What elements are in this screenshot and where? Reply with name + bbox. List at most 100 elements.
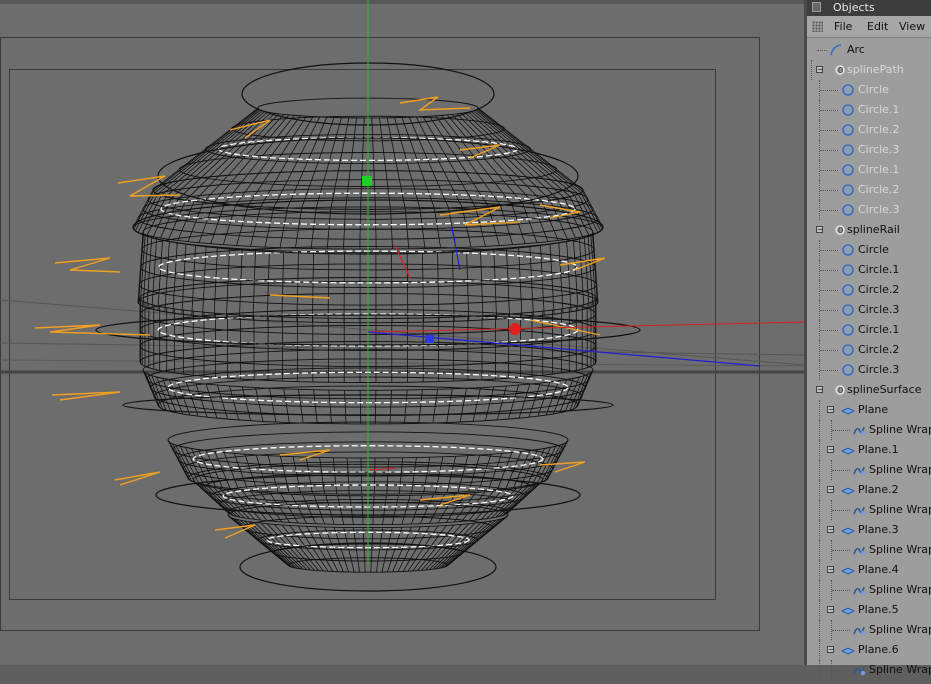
collapse-toggle-icon[interactable]: −	[827, 606, 834, 613]
tree-item-plane[interactable]: −Plane.4	[807, 560, 931, 580]
circle-spline-icon	[841, 283, 855, 297]
tree-connector	[819, 340, 820, 360]
tree-item-path-circle[interactable]: Circle.3	[807, 140, 931, 160]
collapse-toggle-icon[interactable]: −	[816, 386, 823, 393]
tree-connector	[831, 660, 832, 680]
tree-item-path-circle[interactable]: Circle.1	[807, 160, 931, 180]
menu-edit[interactable]: Edit	[867, 16, 888, 37]
panel-title: Objects	[833, 0, 875, 16]
tree-item-spline-wrap[interactable]: Spline Wrap	[807, 540, 931, 560]
tree-connector	[820, 170, 838, 171]
collapse-toggle-icon[interactable]: −	[827, 406, 834, 413]
menu-view[interactable]: View	[899, 16, 925, 37]
tree-item-rail-circle[interactable]: Circle.2	[807, 340, 931, 360]
tree-connector	[832, 430, 850, 431]
collapse-toggle-icon[interactable]: −	[827, 446, 834, 453]
panel-title-bar[interactable]: Objects	[807, 0, 931, 16]
tree-item-splinepath[interactable]: −0splinePath	[807, 60, 931, 80]
tree-item-rail-circle[interactable]: Circle	[807, 240, 931, 260]
tree-connector	[819, 140, 820, 160]
tree-item-spline-wrap-label: Spline Wrap	[869, 620, 931, 640]
tree-connector	[820, 330, 838, 331]
tree-item-rail-circle[interactable]: Circle.1	[807, 320, 931, 340]
tree-item-spline-wrap[interactable]: Spline Wrap	[807, 500, 931, 520]
tree-connector	[819, 120, 820, 140]
local-axis	[370, 468, 395, 470]
tree-item-splinesurface[interactable]: −0splineSurface	[807, 380, 931, 400]
circle-spline-icon	[841, 203, 855, 217]
collapse-toggle-icon[interactable]: −	[827, 486, 834, 493]
tree-item-plane[interactable]: −Plane	[807, 400, 931, 420]
tree-item-plane[interactable]: − Plane.6	[807, 640, 931, 660]
spline-wrap-profile	[280, 450, 330, 460]
tree-connector	[820, 370, 838, 371]
tree-item-splinerail-label: splineRail	[847, 220, 900, 240]
tree-connector	[819, 320, 820, 340]
tree-connector	[819, 640, 820, 660]
tree-item-spline-wrap-label: Spline Wrap	[869, 420, 931, 440]
spline-wrap-icon	[852, 423, 866, 437]
collapse-toggle-icon[interactable]: −	[827, 566, 834, 573]
spline-wrap-icon	[852, 543, 866, 557]
tree-item-path-circle[interactable]: Circle	[807, 80, 931, 100]
tree-item-path-circle-label: Circle.2	[858, 180, 899, 200]
spline-wrap-profile	[52, 392, 120, 400]
circle-spline-icon	[841, 123, 855, 137]
viewport-scene[interactable]	[0, 0, 804, 665]
tree-item-spline-wrap[interactable]: Spline Wrap	[807, 620, 931, 640]
tree-connector	[819, 100, 820, 120]
tree-item-rail-circle-label: Circle.1	[858, 320, 899, 340]
tree-connector	[811, 60, 812, 80]
tree-item-spline-wrap[interactable]: Spline Wrap	[807, 580, 931, 600]
tree-item-plane[interactable]: −Plane.1	[807, 440, 931, 460]
tree-item-plane-label: Plane.6	[858, 640, 899, 660]
tree-item-spline-wrap[interactable]: Spline Wrap	[807, 460, 931, 480]
collapse-toggle-icon[interactable]: −	[816, 226, 823, 233]
null-object-icon: 0	[833, 383, 847, 397]
tree-connector	[819, 480, 820, 500]
x-axis-handle	[509, 323, 521, 335]
tree-connector	[820, 130, 838, 131]
tree-item-splinerail[interactable]: − 0 splineRail	[807, 220, 931, 240]
tree-connector	[819, 560, 820, 580]
tree-item-path-circle-label: Circle.3	[858, 140, 899, 160]
collapse-toggle-icon[interactable]: −	[827, 526, 834, 533]
tree-item-spline-wrap[interactable]: Spline Wrap	[807, 660, 931, 680]
tree-item-arc[interactable]: Arc	[807, 40, 931, 60]
tree-item-path-circle[interactable]: Circle.2	[807, 180, 931, 200]
tree-item-rail-circle[interactable]: Circle.1	[807, 260, 931, 280]
grip-icon[interactable]	[812, 21, 823, 32]
tree-item-plane[interactable]: −Plane.3	[807, 520, 931, 540]
tree-item-plane[interactable]: −Plane.5	[807, 600, 931, 620]
local-axis	[452, 228, 460, 270]
3d-viewport[interactable]	[0, 0, 804, 665]
menu-file[interactable]: File	[834, 16, 852, 37]
tree-connector	[819, 280, 820, 300]
tree-item-path-circle[interactable]: Circle.1	[807, 100, 931, 120]
collapse-toggle-icon[interactable]: −	[816, 66, 823, 73]
grid-line	[0, 360, 804, 366]
tree-item-path-circle-label: Circle.3	[858, 200, 899, 220]
tree-connector	[820, 350, 838, 351]
tree-item-rail-circle[interactable]: Circle.3	[807, 360, 931, 380]
tree-connector	[820, 150, 838, 151]
tree-item-spline-wrap-label: Spline Wrap	[869, 580, 931, 600]
tree-item-rail-circle[interactable]: Circle.2	[807, 280, 931, 300]
svg-text:0: 0	[838, 66, 843, 75]
tree-item-rail-circle[interactable]: Circle.3	[807, 300, 931, 320]
svg-text:0: 0	[838, 226, 843, 235]
tree-connector	[832, 670, 850, 671]
spline-wrap-icon	[852, 623, 866, 637]
tree-item-path-circle-label: Circle.2	[858, 120, 899, 140]
tree-item-path-circle[interactable]: Circle.2	[807, 120, 931, 140]
tree-item-plane[interactable]: −Plane.2	[807, 480, 931, 500]
tree-item-path-circle[interactable]: Circle.3	[807, 200, 931, 220]
tree-connector	[820, 210, 838, 211]
tree-connector	[819, 660, 820, 680]
plane-object-icon	[841, 443, 855, 457]
panel-menu-icon[interactable]	[812, 2, 821, 12]
tree-connector	[820, 90, 838, 91]
collapse-toggle-icon[interactable]: −	[827, 646, 834, 653]
tree-item-spline-wrap[interactable]: Spline Wrap	[807, 420, 931, 440]
tree-connector	[819, 420, 820, 440]
